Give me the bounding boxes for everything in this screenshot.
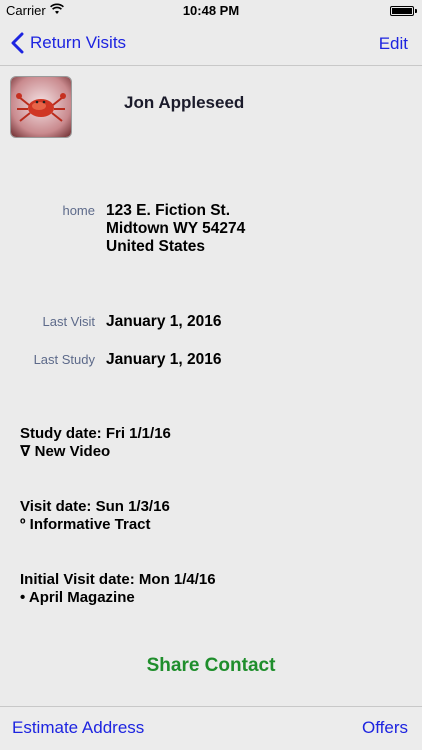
history-date: Visit date: Sun 1/3/16 bbox=[20, 498, 170, 515]
contact-name: Jon Appleseed bbox=[124, 93, 245, 112]
bottom-toolbar: Estimate Address Offers bbox=[0, 706, 422, 750]
address-line-1: 123 E. Fiction St. bbox=[106, 202, 231, 219]
history-entry[interactable]: Study date: Fri 1/1/16 ∇ New Video bbox=[20, 425, 171, 461]
chevron-left-icon bbox=[11, 32, 24, 54]
history-item: • April Magazine bbox=[20, 589, 135, 606]
share-contact-button[interactable]: Share Contact bbox=[0, 655, 422, 677]
navigation-bar: Return Visits Edit bbox=[0, 22, 422, 66]
last-visit-value: January 1, 2016 bbox=[106, 313, 222, 330]
last-study-label: Last Study bbox=[33, 352, 95, 367]
address-line-3: United States bbox=[106, 238, 206, 255]
back-label: Return Visits bbox=[30, 33, 127, 52]
address-line-2: Midtown WY 54274 bbox=[106, 220, 246, 237]
history-item: º Informative Tract bbox=[20, 516, 151, 533]
history-item: ∇ New Video bbox=[20, 443, 111, 460]
edit-button[interactable]: Edit bbox=[379, 34, 408, 54]
history-entry[interactable]: Visit date: Sun 1/3/16 º Informative Tra… bbox=[20, 498, 170, 534]
last-visit-label: Last Visit bbox=[42, 314, 95, 329]
clock: 10:48 PM bbox=[182, 3, 240, 18]
back-button[interactable]: Return Visits bbox=[10, 32, 126, 54]
history-date: Study date: Fri 1/1/16 bbox=[20, 425, 171, 442]
last-study-value: January 1, 2016 bbox=[106, 351, 222, 368]
history-entry[interactable]: Initial Visit date: Mon 1/4/16 • April M… bbox=[20, 571, 216, 607]
offers-button[interactable]: Offers bbox=[362, 718, 408, 738]
address-type-label: home bbox=[62, 203, 95, 218]
contact-photo[interactable] bbox=[10, 76, 72, 138]
battery-icon bbox=[390, 6, 417, 16]
estimate-address-button[interactable]: Estimate Address bbox=[12, 718, 144, 738]
status-bar: Carrier 10:48 PM bbox=[0, 0, 422, 22]
address-block[interactable]: 123 E. Fiction St. Midtown WY 54274 Unit… bbox=[106, 202, 245, 256]
history-date: Initial Visit date: Mon 1/4/16 bbox=[20, 571, 216, 588]
crab-image bbox=[11, 77, 71, 137]
